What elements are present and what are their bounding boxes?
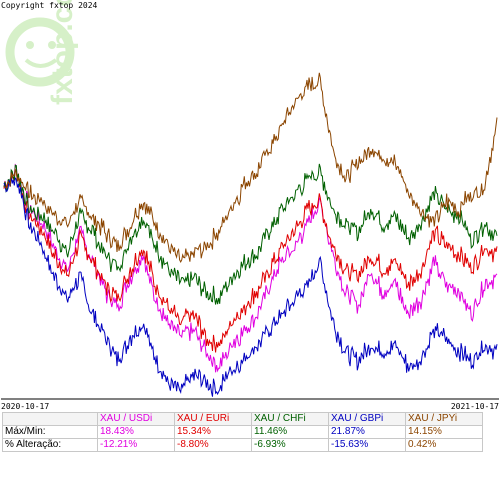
change-row: % Alteração: -12.21% -8.80% -6.93% -15.6…	[2, 438, 483, 452]
header-empty-cell	[2, 412, 98, 426]
maxmin-xau-jpy: 14.15%	[405, 425, 483, 439]
fxtop-watermark-logo: fxtop.com	[5, 0, 79, 105]
maxmin-xau-gbp: 21.87%	[328, 425, 406, 439]
change-xau-jpy: 0.42%	[405, 438, 483, 452]
change-xau-usd: -12.21%	[97, 438, 175, 452]
watermark-text: fxtop.com	[46, 0, 79, 105]
stats-table: XAU / USDi XAU / EURi XAU / CHFi XAU / G…	[2, 412, 483, 452]
x-end-label: 2021-10-17	[451, 402, 499, 410]
copyright-text: Copyright fxtop 2024	[1, 1, 98, 10]
maxmin-row: Máx/Min: 18.43% 15.34% 11.46% 21.87% 14.…	[2, 425, 483, 439]
change-xau-chf: -6.93%	[251, 438, 329, 452]
maxmin-label: Máx/Min:	[2, 425, 98, 439]
stats-header-row: XAU / USDi XAU / EURi XAU / CHFi XAU / G…	[2, 412, 483, 426]
price-chart: fxtop.com Copyright fxtop 2024 2020-10-1…	[1, 0, 499, 410]
header-xau-chf: XAU / CHFi	[251, 412, 329, 426]
header-xau-eur: XAU / EURi	[174, 412, 252, 426]
maxmin-xau-usd: 18.43%	[97, 425, 175, 439]
series-line-xau-usd	[3, 163, 498, 373]
change-xau-eur: -8.80%	[174, 438, 252, 452]
x-start-label: 2020-10-17	[1, 402, 49, 410]
change-xau-gbp: -15.63%	[328, 438, 406, 452]
change-label: % Alteração:	[2, 438, 98, 452]
series-lines	[3, 72, 498, 397]
header-xau-usd: XAU / USDi	[97, 412, 175, 426]
header-xau-jpy: XAU / JPYi	[405, 412, 483, 426]
header-xau-gbp: XAU / GBPi	[328, 412, 406, 426]
maxmin-xau-chf: 11.46%	[251, 425, 329, 439]
maxmin-xau-eur: 15.34%	[174, 425, 252, 439]
